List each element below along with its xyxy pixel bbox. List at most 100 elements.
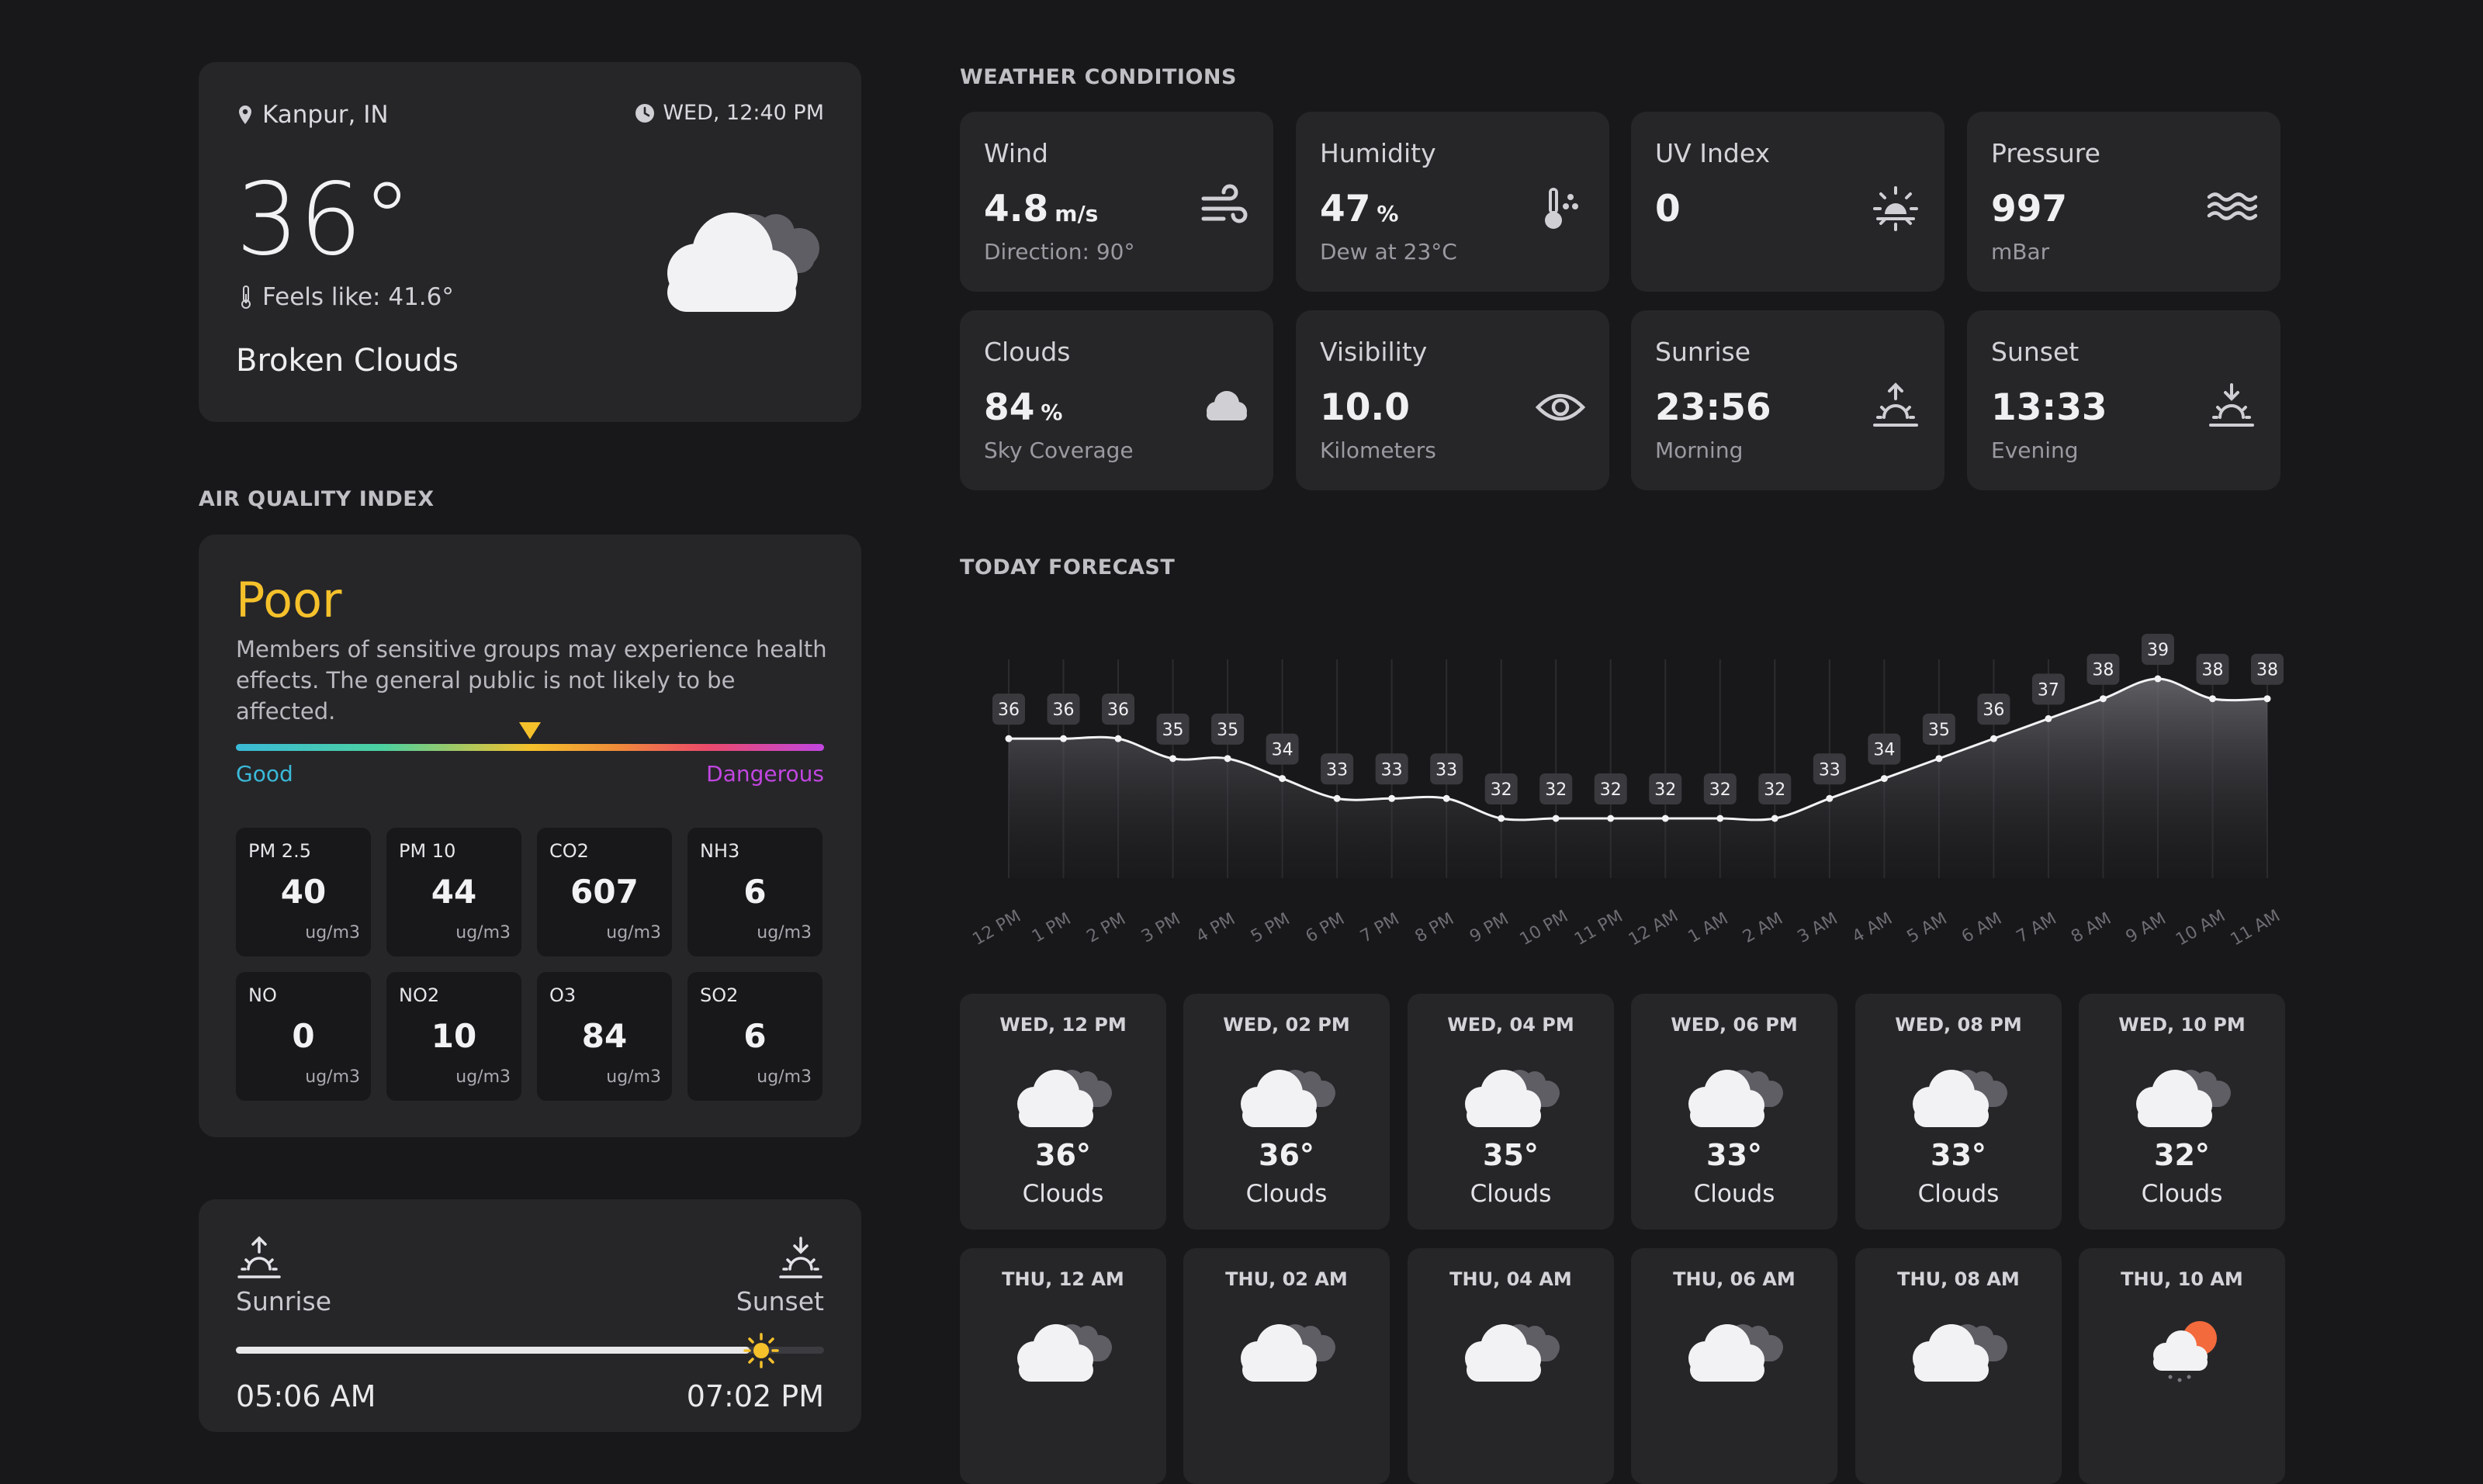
tile-value-number: 10.0 [1320, 386, 1410, 429]
pollutant-unit: ug/m3 [757, 923, 812, 943]
forecast-card[interactable]: THU, 10 AM [2079, 1248, 2285, 1484]
tile-value: 997 [1991, 188, 2073, 230]
location: Kanpur, IN [237, 101, 389, 129]
chart-x-tick-label: 1 AM [1685, 909, 1731, 947]
tile-value: 23:56 [1655, 386, 1778, 429]
chart-x-tick-label: 3 PM [1138, 909, 1184, 946]
chart-x-tick-label: 5 PM [1248, 909, 1293, 946]
tile-subtext: Direction: 90° [984, 239, 1135, 265]
chart-x-tick-label: 12 PM [969, 907, 1024, 950]
sunrise-time: 05:06 AM [236, 1379, 376, 1413]
forecast-card[interactable]: WED, 02 PM 36° Clouds [1183, 994, 1390, 1230]
sun-dim-icon [1870, 183, 1921, 234]
tile-value: 0 [1655, 188, 1687, 230]
tile-subtext: Evening [1991, 438, 2079, 463]
tile-value: 47% [1320, 188, 1398, 230]
forecast-card[interactable]: WED, 06 PM 33° Clouds [1631, 994, 1837, 1230]
chart-data-label: 35 [1217, 721, 1238, 740]
cloud-icon [2132, 1060, 2234, 1130]
forecast-temp: 36° [1035, 1138, 1091, 1172]
sunset-time: 07:02 PM [686, 1379, 824, 1413]
sunrise-icon [1870, 382, 1921, 433]
sunset-icon [779, 1237, 822, 1278]
forecast-temp: 32° [2154, 1138, 2210, 1172]
pollutant-name: CO2 [549, 840, 589, 862]
pollutant-value: 40 [280, 873, 327, 911]
cloud-icon [1236, 1315, 1338, 1385]
chart-x-tick-label: 3 AM [1794, 909, 1841, 947]
chart-x-tick-label: 6 AM [1958, 909, 2005, 947]
pollutant-value: 0 [292, 1017, 315, 1055]
pollutant-name: NO2 [399, 984, 440, 1006]
cloud-icon [1013, 1315, 1115, 1385]
pollutant-unit: ug/m3 [757, 1067, 812, 1087]
forecast-temp: 33° [1931, 1138, 1986, 1172]
tile-label: Clouds [984, 337, 1071, 367]
forecast-card[interactable]: WED, 04 PM 35° Clouds [1408, 994, 1614, 1230]
chart-point-marker [1661, 815, 1669, 822]
chart-data-label: 32 [1709, 780, 1731, 800]
forecast-time: WED, 02 PM [1223, 1014, 1350, 1036]
chart-point-marker [1607, 815, 1615, 822]
forecast-temp: 36° [1259, 1138, 1314, 1172]
chart-data-label: 32 [1764, 780, 1785, 800]
chart-data-label: 32 [1491, 780, 1512, 800]
tile-value-number: 0 [1655, 188, 1681, 230]
tile-value: 10.0 [1320, 386, 1416, 429]
feels-like: Feels like: 41.6° [239, 283, 454, 311]
thermometer-icon [241, 285, 251, 309]
chart-data-label: 33 [1381, 760, 1403, 780]
cloud-icon [1460, 1315, 1563, 1385]
pollutant-value: 10 [431, 1017, 477, 1055]
chart-x-tick-label: 12 AM [1626, 906, 1681, 950]
pollutant-value: 6 [743, 1017, 767, 1055]
chart-data-label: 32 [1654, 780, 1676, 800]
forecast-time: THU, 06 AM [1673, 1268, 1796, 1290]
chart-x-tick-label: 7 PM [1357, 909, 1403, 946]
pollutant-unit: ug/m3 [455, 923, 511, 943]
forecast-card[interactable]: WED, 10 PM 32° Clouds [2079, 994, 2285, 1230]
forecast-card[interactable]: THU, 12 AM [960, 1248, 1166, 1484]
forecast-card[interactable]: WED, 08 PM 33° Clouds [1855, 994, 2062, 1230]
chart-data-label: 38 [2092, 661, 2114, 680]
sunrise-label: Sunrise [236, 1286, 332, 1316]
chart-data-label: 36 [998, 700, 1020, 720]
condition-tile-clouds: Clouds 84% Sky Coverage [960, 310, 1273, 490]
chart-x-tick-label: 10 PM [1517, 907, 1572, 950]
chart-data-label: 34 [1873, 741, 1895, 760]
pollutant-value: 44 [431, 873, 477, 911]
forecast-card[interactable]: THU, 04 AM [1408, 1248, 1614, 1484]
tile-value-number: 997 [1991, 188, 2068, 230]
forecast-card[interactable]: THU, 08 AM [1855, 1248, 2062, 1484]
forecast-time: WED, 06 PM [1671, 1014, 1798, 1036]
tile-subtext: Dew at 23°C [1320, 239, 1457, 265]
tile-subtext: mBar [1991, 239, 2050, 265]
chart-point-marker [1990, 735, 1997, 742]
forecast-time: WED, 12 PM [999, 1014, 1127, 1036]
pollutant-o3: O3 84 ug/m3 [537, 972, 672, 1101]
forecast-card[interactable]: THU, 06 AM [1631, 1248, 1837, 1484]
condition-tile-visibility: Visibility 10.0 Kilometers [1296, 310, 1609, 490]
tile-label: Humidity [1320, 138, 1436, 168]
forecast-time: WED, 08 PM [1895, 1014, 2022, 1036]
chart-data-label: 33 [1819, 760, 1841, 780]
chart-x-tick-label: 11 AM [2228, 906, 2284, 950]
tile-unit: m/s [1054, 201, 1099, 227]
forecast-time: THU, 02 AM [1225, 1268, 1348, 1290]
tile-subtext: Sky Coverage [984, 438, 1134, 463]
forecast-card[interactable]: THU, 02 AM [1183, 1248, 1390, 1484]
sunset-icon [2206, 382, 2257, 433]
pollutant-unit: ug/m3 [606, 923, 661, 943]
chart-x-tick-label: 6 PM [1303, 909, 1349, 946]
aqi-scale-good: Good [236, 761, 293, 787]
forecast-card[interactable]: WED, 12 PM 36° Clouds [960, 994, 1166, 1230]
chart-point-marker [1935, 755, 1943, 763]
chart-point-marker [1169, 755, 1177, 763]
feels-like-label: Feels like: 41.6° [262, 283, 454, 311]
condition-tile-sunset: Sunset 13:33 Evening [1967, 310, 2280, 490]
forecast-time: THU, 10 AM [2121, 1268, 2243, 1290]
forecast-time: THU, 12 AM [1002, 1268, 1124, 1290]
chart-point-marker [1552, 815, 1560, 822]
pollutant-unit: ug/m3 [606, 1067, 661, 1087]
location-label: Kanpur, IN [262, 101, 389, 129]
